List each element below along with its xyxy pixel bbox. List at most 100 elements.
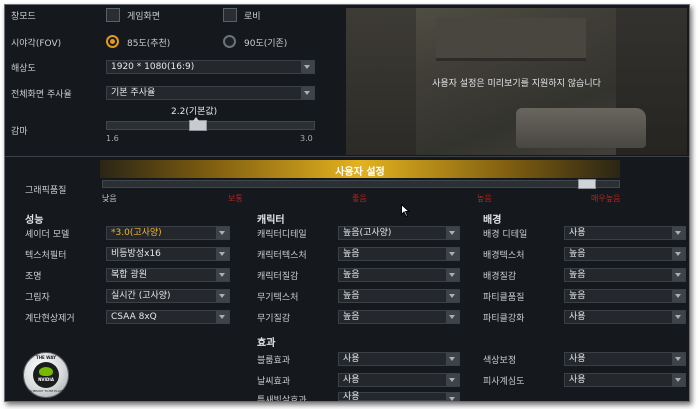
- background-material-value: 높음: [569, 270, 586, 280]
- character-material-label: 캐릭터질감: [257, 272, 299, 282]
- shader-model-value: *3.0(고사양): [111, 228, 162, 238]
- character-texture-value: 높음: [343, 249, 360, 259]
- lighting-label: 조명: [25, 272, 42, 282]
- effects-title: 효과: [257, 338, 276, 349]
- chevron-down-icon: [446, 269, 459, 281]
- chevron-down-icon: [216, 269, 229, 281]
- weather-dropdown[interactable]: 사용: [338, 373, 460, 387]
- texture-filter-label: 텍스처필터: [25, 251, 67, 261]
- color-correction-label: 색상보정: [483, 356, 517, 366]
- chevron-down-icon: [216, 311, 229, 323]
- chevron-down-icon: [446, 353, 459, 365]
- bloom-label: 블룸효과: [257, 356, 291, 366]
- window-mode-game-label: 게임화면: [127, 12, 161, 22]
- weapon-texture-dropdown[interactable]: 높음: [338, 289, 460, 303]
- background-detail-dropdown[interactable]: 사용: [564, 226, 686, 240]
- chevron-down-icon: [672, 269, 685, 281]
- depth-of-field-label: 피사계심도: [483, 377, 525, 387]
- depth-of-field-dropdown[interactable]: 사용: [564, 373, 686, 387]
- background-material-dropdown[interactable]: 높음: [564, 268, 686, 282]
- chevron-down-icon: [672, 311, 685, 323]
- weapon-material-value: 높음: [343, 312, 360, 322]
- particle-quality-value: 높음: [569, 291, 586, 301]
- refresh-rate-label: 전체화면 주사율: [11, 90, 72, 100]
- quality-level-very-high: 매우높음: [591, 194, 621, 203]
- resolution-dropdown[interactable]: 1920 * 1080(16:9): [106, 60, 315, 74]
- light-shaft-value: 사용: [343, 392, 360, 402]
- anti-aliasing-dropdown[interactable]: CSAA 8xQ: [106, 310, 230, 324]
- color-correction-dropdown[interactable]: 사용: [564, 352, 686, 366]
- particle-quality-label: 파티클품질: [483, 293, 525, 303]
- graphics-quality-slider[interactable]: [102, 179, 620, 189]
- graphics-settings-window: 창모드 게임화면 로비 시야각(FOV) 85도(추천) 90도(기존) 해상도…: [4, 4, 690, 402]
- quality-level-high: 높음: [477, 194, 492, 203]
- chevron-down-icon: [672, 353, 685, 365]
- bloom-dropdown[interactable]: 사용: [338, 352, 460, 366]
- chevron-down-icon: [446, 290, 459, 302]
- mouse-cursor-icon: [401, 204, 410, 217]
- character-detail-dropdown[interactable]: 높음(고사양): [338, 226, 460, 240]
- shader-model-dropdown[interactable]: *3.0(고사양): [106, 226, 230, 240]
- quality-level-low: 낮음: [102, 194, 117, 203]
- quality-preset-title: 사용자 설정: [335, 167, 385, 178]
- character-texture-label: 캐릭터텍스처: [257, 251, 307, 261]
- weapon-texture-label: 무기텍스처: [257, 293, 299, 303]
- badge-bottom-text: IT'S MEANT TO BE PLAYED: [26, 389, 66, 393]
- nvidia-badge-center: NVIDIA: [33, 362, 59, 388]
- window-mode-game-checkbox[interactable]: [106, 8, 120, 22]
- graphics-quality-label: 그래픽품질: [25, 186, 67, 196]
- chevron-down-icon: [446, 248, 459, 260]
- background-material-label: 배경질감: [483, 272, 517, 282]
- anti-aliasing-label: 계단현상제거: [25, 314, 75, 324]
- fov-90-radio[interactable]: [223, 35, 236, 48]
- refresh-rate-value: 기본 주사율: [111, 88, 156, 98]
- light-shaft-dropdown[interactable]: 사용: [338, 392, 460, 401]
- weather-value: 사용: [343, 375, 360, 385]
- fov-85-radio[interactable]: [106, 35, 119, 48]
- chevron-down-icon: [672, 227, 685, 239]
- resolution-label: 해상도: [11, 64, 36, 74]
- particle-enhance-dropdown[interactable]: 사용: [564, 310, 686, 324]
- resolution-value: 1920 * 1080(16:9): [111, 62, 195, 72]
- anti-aliasing-value: CSAA 8xQ: [111, 312, 157, 322]
- texture-filter-dropdown[interactable]: 비등방성x16: [106, 247, 230, 261]
- window-mode-lobby-checkbox[interactable]: [223, 8, 237, 22]
- particle-enhance-value: 사용: [569, 312, 586, 322]
- refresh-rate-dropdown[interactable]: 기본 주사율: [106, 86, 315, 100]
- chevron-down-icon: [446, 227, 459, 239]
- quality-level-good: 좋음: [352, 194, 367, 203]
- character-title: 캐릭터: [257, 215, 285, 226]
- gamma-max-label: 3.0: [300, 134, 313, 143]
- shader-model-label: 셰이더 모델: [25, 230, 70, 240]
- background-detail-value: 사용: [569, 228, 586, 238]
- shadow-label: 그림자: [25, 293, 50, 303]
- preview-message: 사용자 설정은 미리보기를 지원하지 않습니다: [432, 79, 601, 89]
- shadow-dropdown[interactable]: 실시간 (고사양): [106, 289, 230, 303]
- gamma-slider-thumb[interactable]: [189, 120, 208, 131]
- gamma-slider-track[interactable]: [106, 120, 315, 131]
- particle-quality-dropdown[interactable]: 높음: [564, 289, 686, 303]
- background-detail-label: 배경 디테일: [483, 230, 528, 240]
- particle-enhance-label: 파티클강화: [483, 314, 525, 324]
- character-material-dropdown[interactable]: 높음: [338, 268, 460, 282]
- lighting-dropdown[interactable]: 복합 광원: [106, 268, 230, 282]
- weather-label: 날씨효과: [257, 377, 291, 387]
- texture-filter-value: 비등방성x16: [111, 249, 161, 259]
- graphics-quality-thumb[interactable]: [578, 179, 596, 189]
- nvidia-badge: NVIDIA THE WAY IT'S MEANT TO BE PLAYED: [23, 352, 69, 398]
- color-correction-value: 사용: [569, 354, 586, 364]
- fov-label: 시야각(FOV): [11, 39, 62, 49]
- bloom-value: 사용: [343, 354, 360, 364]
- section-divider: [5, 156, 689, 157]
- background-texture-dropdown[interactable]: 높음: [564, 247, 686, 261]
- chevron-down-icon: [672, 290, 685, 302]
- background-texture-label: 배경텍스처: [483, 251, 525, 261]
- chevron-down-icon: [672, 374, 685, 386]
- chevron-down-icon: [216, 248, 229, 260]
- chevron-down-icon: [301, 61, 314, 73]
- window-mode-lobby-label: 로비: [244, 12, 261, 22]
- chevron-down-icon: [216, 227, 229, 239]
- weapon-material-dropdown[interactable]: 높음: [338, 310, 460, 324]
- nvidia-wordmark: NVIDIA: [38, 377, 54, 382]
- character-texture-dropdown[interactable]: 높음: [338, 247, 460, 261]
